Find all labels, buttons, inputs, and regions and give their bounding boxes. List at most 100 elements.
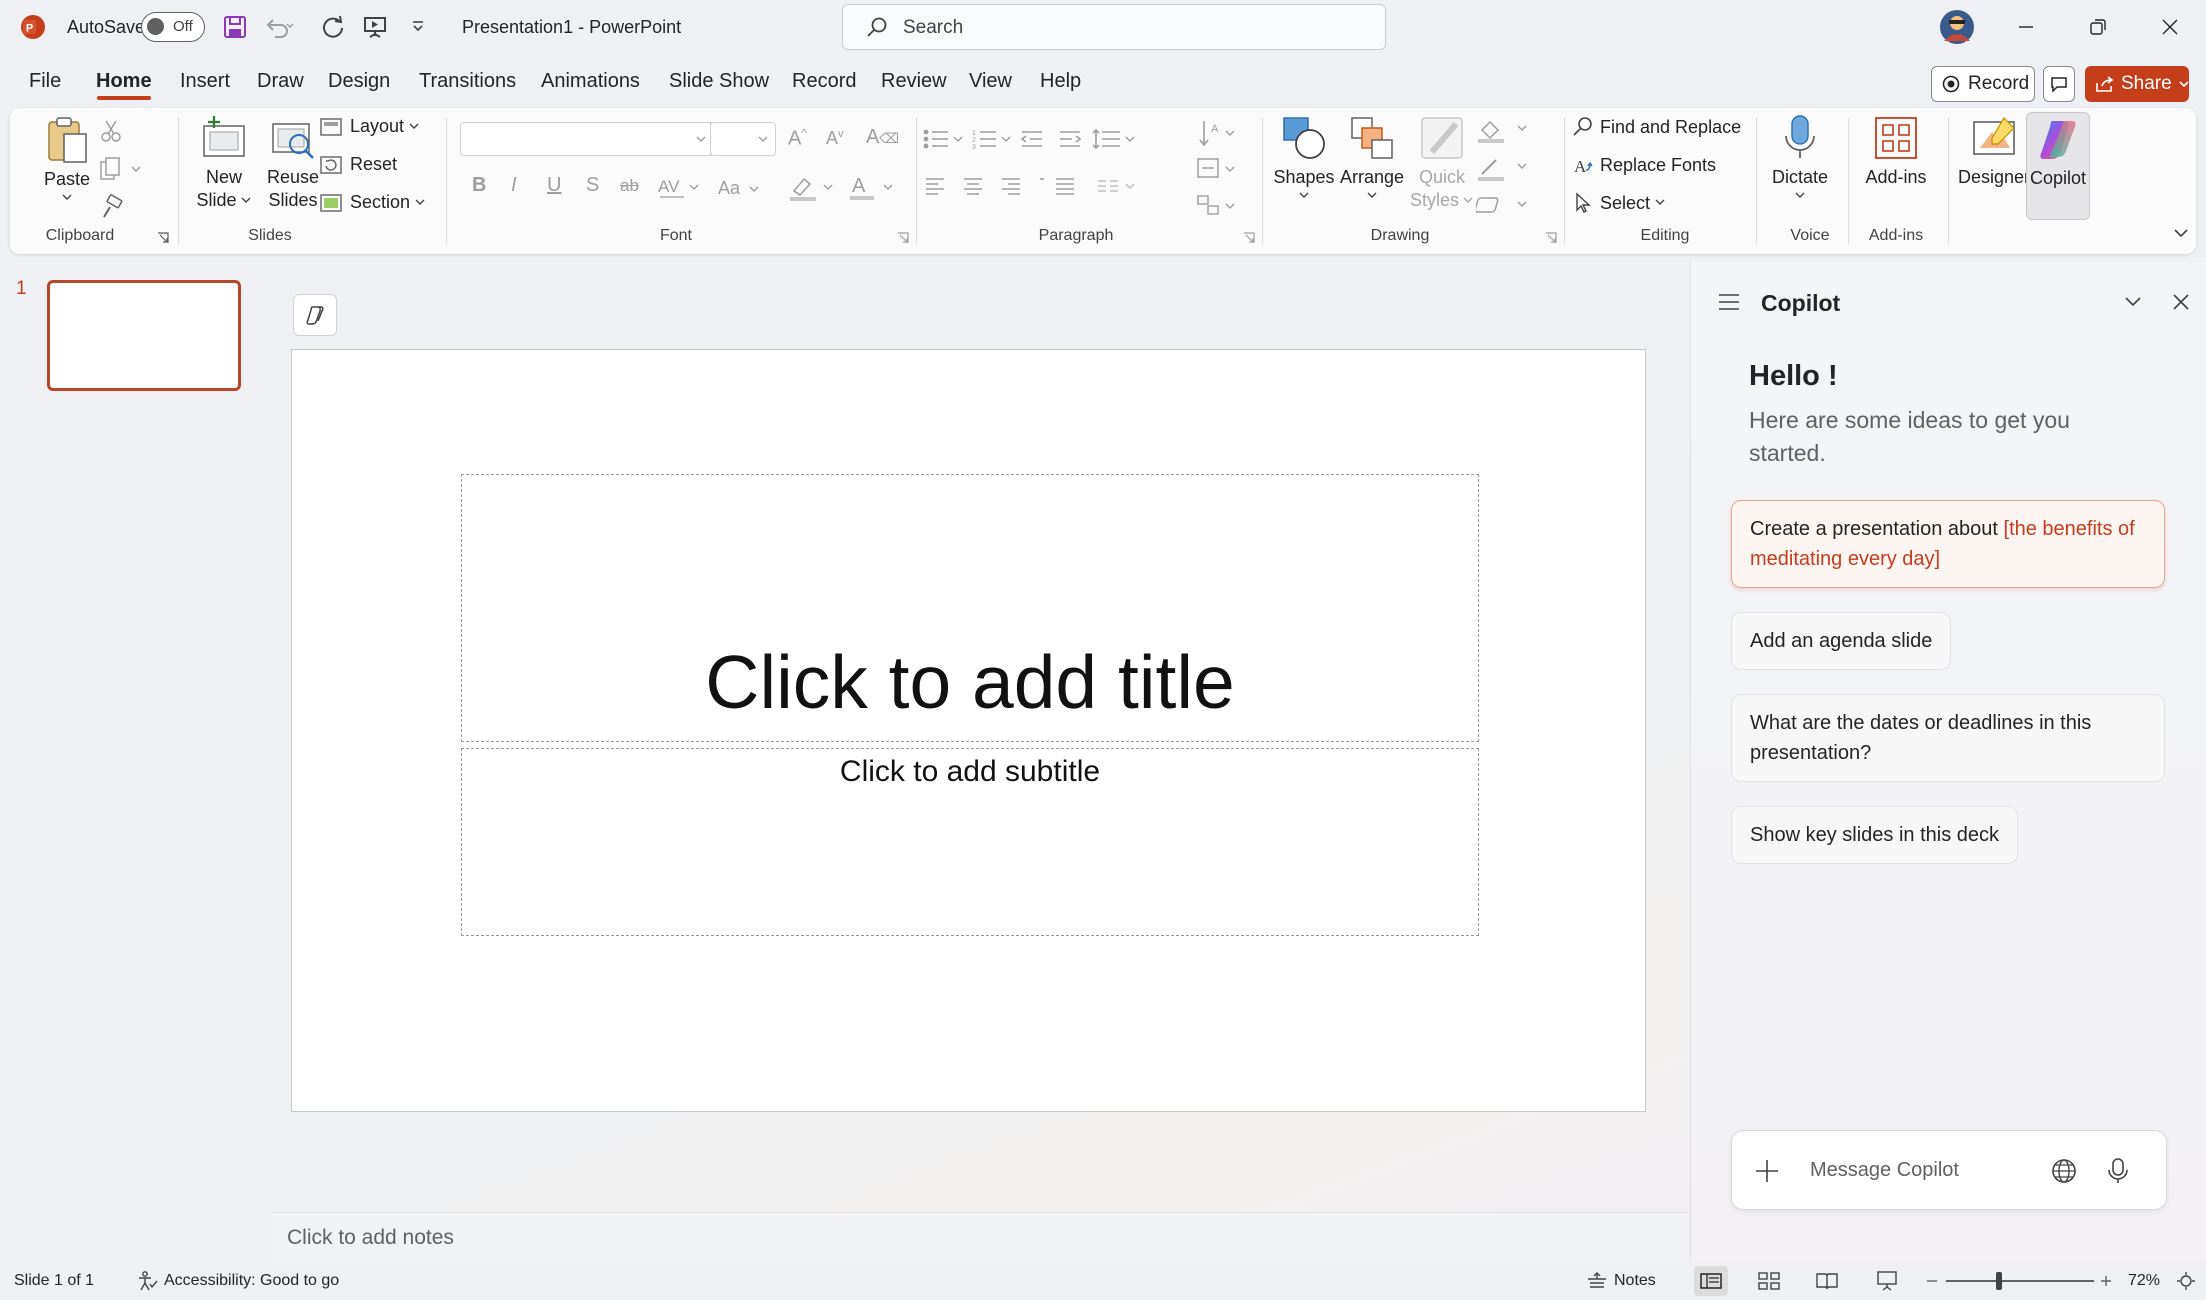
subtitle-placeholder[interactable]: Click to add subtitle: [461, 748, 1479, 936]
section-button[interactable]: Section: [320, 192, 426, 213]
dialog-launcher-icon[interactable]: [896, 231, 910, 245]
tab-animations[interactable]: Animations: [541, 70, 640, 93]
minimize-icon[interactable]: [2016, 0, 2036, 54]
tab-insert[interactable]: Insert: [180, 70, 230, 93]
close-window-icon[interactable]: [2160, 0, 2180, 54]
italic-icon[interactable]: I: [511, 174, 517, 197]
reading-view-button[interactable]: [1816, 1262, 1838, 1300]
designer-button[interactable]: Designer: [1952, 114, 2036, 189]
shape-outline-icon[interactable]: [1476, 154, 1536, 182]
zoom-slider[interactable]: [1946, 1262, 2094, 1300]
slide-thumbnail[interactable]: [47, 280, 241, 391]
save-icon[interactable]: [222, 0, 248, 54]
copilot-slide-button[interactable]: [293, 294, 337, 336]
font-size-select[interactable]: [710, 122, 776, 156]
copilot-suggestion-create-presentation[interactable]: Create a presentation about [the benefit…: [1731, 500, 2165, 588]
shape-effects-icon[interactable]: [1476, 192, 1536, 220]
title-placeholder[interactable]: Click to add title: [461, 474, 1479, 742]
zoom-in-icon[interactable]: [2098, 1262, 2114, 1300]
layout-button[interactable]: Layout: [320, 116, 420, 137]
arrange-button[interactable]: Arrange: [1334, 114, 1410, 201]
autosave-toggle[interactable]: Off: [141, 0, 205, 54]
copilot-suggestion-key-slides[interactable]: Show key slides in this deck: [1731, 806, 2019, 864]
tab-home[interactable]: Home: [96, 70, 152, 93]
clear-formatting-icon[interactable]: A⌫: [866, 126, 899, 149]
hamburger-menu-icon[interactable]: [1717, 292, 1741, 312]
cut-icon[interactable]: [98, 118, 124, 144]
underline-icon[interactable]: U: [547, 174, 561, 197]
redo-icon[interactable]: [320, 0, 346, 54]
account-avatar[interactable]: [1939, 0, 1975, 54]
slide-sorter-button[interactable]: [1758, 1262, 1780, 1300]
tab-draw[interactable]: Draw: [257, 70, 304, 93]
decrease-font-size-icon[interactable]: Av: [826, 128, 844, 149]
reuse-slides-button[interactable]: Reuse Slides: [260, 114, 326, 212]
slide-show-button[interactable]: [1876, 1262, 1898, 1300]
chevron-down-icon[interactable]: [2123, 294, 2143, 310]
change-case-icon[interactable]: Aa: [718, 176, 762, 200]
smartart-icon[interactable]: [1196, 192, 1240, 220]
tab-help[interactable]: Help: [1040, 70, 1081, 93]
select-button[interactable]: Select: [1572, 192, 1666, 214]
add-attachment-icon[interactable]: [1754, 1158, 1780, 1184]
copy-icon[interactable]: [98, 156, 142, 182]
highlight-color-icon[interactable]: [788, 174, 838, 202]
zoom-level[interactable]: 72%: [2128, 1262, 2160, 1300]
dialog-launcher-icon[interactable]: [1242, 231, 1256, 245]
quick-styles-button[interactable]: Quick Styles: [1404, 114, 1480, 212]
columns-icon[interactable]: [1096, 176, 1140, 198]
restore-icon[interactable]: [2088, 0, 2108, 54]
align-text-icon[interactable]: [1196, 156, 1240, 182]
align-left-icon[interactable]: [924, 174, 1044, 198]
tab-review[interactable]: Review: [881, 70, 947, 93]
shape-fill-icon[interactable]: [1476, 116, 1536, 144]
tab-record[interactable]: Record: [792, 70, 856, 93]
close-pane-icon[interactable]: [2171, 292, 2191, 312]
font-family-select[interactable]: [460, 122, 716, 156]
dialog-launcher-icon[interactable]: [1544, 231, 1558, 245]
zoom-thumb[interactable]: [1996, 1272, 2002, 1290]
justify-icon[interactable]: [1054, 174, 1078, 198]
accessibility-status[interactable]: Accessibility: Good to go: [136, 1262, 339, 1300]
find-and-replace-button[interactable]: Find and Replace: [1572, 116, 1741, 138]
increase-font-size-icon[interactable]: A^: [788, 126, 807, 151]
customize-toolbar-icon[interactable]: [410, 0, 426, 54]
notes-pane[interactable]: Click to add notes: [272, 1212, 1688, 1262]
dialog-launcher-icon[interactable]: [156, 231, 170, 245]
reset-button[interactable]: Reset: [320, 154, 397, 175]
undo-icon[interactable]: [264, 0, 294, 54]
bold-icon[interactable]: B: [472, 174, 486, 197]
text-shadow-icon[interactable]: S: [586, 174, 599, 197]
record-button[interactable]: Record: [1931, 66, 2035, 102]
tab-transitions[interactable]: Transitions: [419, 70, 516, 93]
strikethrough-icon[interactable]: ab: [620, 176, 639, 196]
search-input[interactable]: Search: [842, 4, 1386, 50]
tab-slide-show[interactable]: Slide Show: [669, 70, 769, 93]
microphone-icon[interactable]: [2106, 1157, 2130, 1185]
format-painter-icon[interactable]: [98, 194, 124, 220]
copilot-suggestion-dates[interactable]: What are the dates or deadlines in this …: [1731, 694, 2165, 782]
notes-button[interactable]: Notes: [1586, 1262, 1656, 1300]
replace-fonts-button[interactable]: A Replace Fonts: [1572, 154, 1716, 177]
zoom-out-icon[interactable]: [1924, 1262, 1940, 1300]
copilot-suggestion-agenda[interactable]: Add an agenda slide: [1731, 612, 1952, 670]
character-spacing-icon[interactable]: AV: [658, 176, 702, 200]
normal-view-button[interactable]: [1694, 1266, 1728, 1296]
bullets-icon[interactable]: 123: [922, 126, 1182, 152]
start-from-beginning-icon[interactable]: [362, 0, 388, 54]
copilot-ribbon-button[interactable]: Copilot: [2026, 112, 2090, 220]
text-direction-icon[interactable]: A: [1196, 118, 1240, 150]
comments-button[interactable]: [2043, 66, 2075, 102]
paste-button[interactable]: Paste: [34, 114, 100, 203]
collapse-ribbon-icon[interactable]: [2172, 226, 2190, 240]
fit-slide-icon[interactable]: [2176, 1262, 2196, 1300]
share-button[interactable]: Share: [2085, 66, 2189, 102]
copilot-message-input[interactable]: Message Copilot: [1810, 1159, 1959, 1182]
tab-file[interactable]: File: [29, 70, 61, 93]
tab-view[interactable]: View: [969, 70, 1012, 93]
add-ins-button[interactable]: Add-ins: [1854, 114, 1938, 189]
tab-design[interactable]: Design: [328, 70, 390, 93]
web-search-icon[interactable]: [2050, 1157, 2078, 1185]
new-slide-button[interactable]: New Slide: [186, 114, 262, 212]
dictate-button[interactable]: Dictate: [1762, 114, 1838, 201]
